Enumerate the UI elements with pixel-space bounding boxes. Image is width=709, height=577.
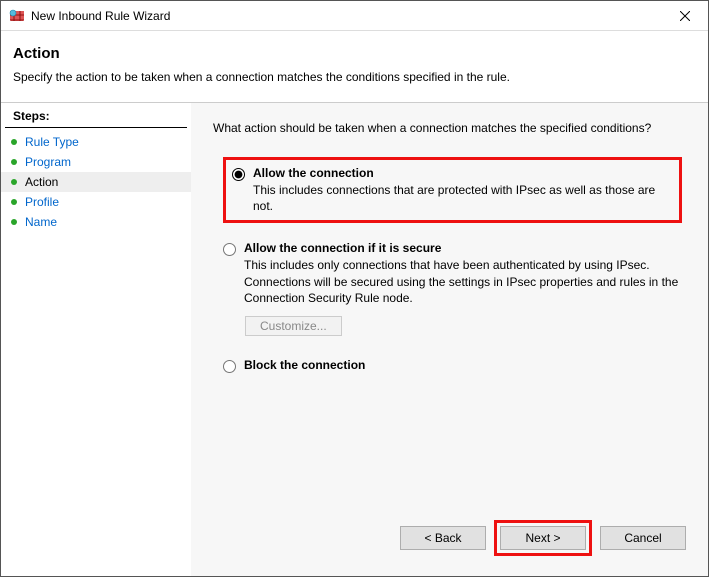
close-button[interactable] xyxy=(662,1,708,31)
radio-block-connection[interactable] xyxy=(223,360,236,373)
step-action[interactable]: Action xyxy=(1,172,191,192)
customize-button: Customize... xyxy=(245,316,342,336)
step-label: Action xyxy=(25,175,58,189)
step-bullet-icon xyxy=(11,199,17,205)
step-name[interactable]: Name xyxy=(1,212,191,232)
option-content[interactable]: Allow the connection This includes conne… xyxy=(253,166,673,214)
option-allow-if-secure: Allow the connection if it is secure Thi… xyxy=(223,241,682,336)
step-program[interactable]: Program xyxy=(1,152,191,172)
action-options: Allow the connection This includes conne… xyxy=(223,157,682,391)
option-title: Allow the connection xyxy=(253,166,673,180)
page-description: Specify the action to be taken when a co… xyxy=(13,70,696,84)
option-block-connection: Block the connection xyxy=(223,358,682,373)
option-allow-connection: Allow the connection This includes conne… xyxy=(223,157,682,223)
cancel-button[interactable]: Cancel xyxy=(600,526,686,550)
option-title: Allow the connection if it is secure xyxy=(244,241,682,255)
firewall-icon xyxy=(9,8,25,24)
radio-allow-connection[interactable] xyxy=(232,168,245,181)
option-content[interactable]: Block the connection xyxy=(244,358,682,372)
steps-sidebar: Steps: Rule Type Program Action Profile … xyxy=(1,103,191,576)
step-label: Name xyxy=(25,215,57,229)
radio-allow-if-secure[interactable] xyxy=(223,243,236,256)
wizard-window: New Inbound Rule Wizard Action Specify t… xyxy=(0,0,709,577)
page-title: Action xyxy=(13,45,696,62)
page-header: Action Specify the action to be taken wh… xyxy=(1,31,708,102)
step-label: Rule Type xyxy=(25,135,79,149)
step-rule-type[interactable]: Rule Type xyxy=(1,132,191,152)
main-panel: What action should be taken when a conne… xyxy=(191,103,708,576)
titlebar: New Inbound Rule Wizard xyxy=(1,1,708,31)
step-bullet-icon xyxy=(11,139,17,145)
option-desc: This includes only connections that have… xyxy=(244,257,682,306)
close-icon xyxy=(680,11,690,21)
option-content[interactable]: Allow the connection if it is secure Thi… xyxy=(244,241,682,306)
back-button[interactable]: < Back xyxy=(400,526,486,550)
step-bullet-icon xyxy=(11,179,17,185)
wizard-footer: < Back Next > Cancel xyxy=(203,510,692,566)
step-label: Program xyxy=(25,155,71,169)
body-area: Steps: Rule Type Program Action Profile … xyxy=(1,102,708,576)
steps-title: Steps: xyxy=(5,107,187,128)
step-profile[interactable]: Profile xyxy=(1,192,191,212)
action-prompt: What action should be taken when a conne… xyxy=(213,121,692,135)
window-title: New Inbound Rule Wizard xyxy=(31,9,662,23)
step-label: Profile xyxy=(25,195,59,209)
option-title: Block the connection xyxy=(244,358,682,372)
option-desc: This includes connections that are prote… xyxy=(253,182,673,214)
next-highlight: Next > xyxy=(494,520,592,556)
step-bullet-icon xyxy=(11,219,17,225)
step-bullet-icon xyxy=(11,159,17,165)
next-button[interactable]: Next > xyxy=(500,526,586,550)
